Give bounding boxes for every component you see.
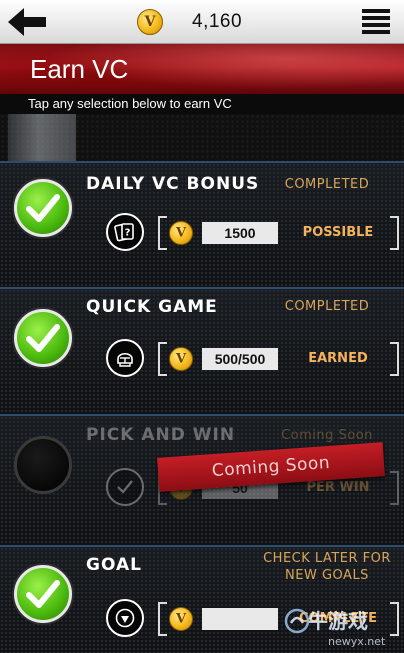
watermark-url: newyx.net [328, 635, 386, 648]
row-title: QUICK GAME [86, 297, 218, 317]
page-header: Earn VC [0, 44, 404, 94]
reward-status: EARNED [308, 351, 368, 366]
back-arrow-icon[interactable] [8, 8, 46, 36]
vc-coin-icon [137, 9, 163, 35]
checkmark-icon [14, 565, 72, 623]
row-state-line-1: CHECK LATER FOR [263, 551, 391, 566]
vc-coin-icon [169, 221, 193, 245]
player-helmet-icon [106, 339, 144, 377]
row-title: GOAL [86, 555, 142, 575]
list-item-quick-game[interactable]: QUICK GAME COMPLETED 500/500 EARNED [0, 287, 404, 414]
reward-bracket-right [390, 216, 399, 250]
row-title: PICK AND WIN [86, 425, 236, 445]
reward-bracket-left [158, 342, 167, 376]
top-bar: 4,160 [0, 0, 404, 44]
checkmark-icon [14, 309, 72, 367]
hamburger-menu-icon[interactable] [362, 9, 390, 34]
pending-status-icon [14, 436, 72, 494]
reward-bracket-right [390, 471, 399, 505]
watermark-logo-icon [284, 608, 310, 634]
watermark-text: 牛游戏 [308, 609, 368, 633]
basketball-icon [106, 599, 144, 637]
row-state: COMPLETED [284, 299, 370, 314]
cards-question-icon: ? [106, 213, 144, 251]
reward-bracket-left [158, 602, 167, 636]
row-state: COMPLETED [284, 177, 370, 192]
reward-value: 500/500 [202, 348, 278, 370]
row-title: DAILY VC BONUS [86, 174, 260, 194]
page-title: Earn VC [30, 54, 129, 84]
subheader: Tap any selection below to earn VC [0, 94, 404, 114]
reward-bracket-right [390, 342, 399, 376]
vc-balance: 4,160 [192, 11, 243, 32]
svg-text:?: ? [125, 228, 131, 239]
row-state: Coming Soon [281, 428, 373, 443]
row-state-line-2: NEW GOALS [285, 568, 369, 583]
vc-coin-icon [169, 347, 193, 371]
checkmark-icon [106, 468, 144, 506]
page-subtitle: Tap any selection below to earn VC [28, 96, 232, 111]
site-watermark: 牛游戏 newyx.net [282, 602, 404, 653]
list-item-daily-vc-bonus[interactable]: DAILY VC BONUS COMPLETED ? 1500 POSSIBLE [0, 161, 404, 287]
vc-coin-icon [169, 607, 193, 631]
reward-value: 1500 [202, 222, 278, 244]
reward-value [202, 608, 278, 630]
reward-status: PER WIN [306, 480, 370, 495]
checkmark-icon [14, 179, 72, 237]
reward-status: POSSIBLE [302, 225, 374, 240]
reward-bracket-left [158, 216, 167, 250]
earn-vc-list: DAILY VC BONUS COMPLETED ? 1500 POSSIBLE… [0, 114, 404, 653]
